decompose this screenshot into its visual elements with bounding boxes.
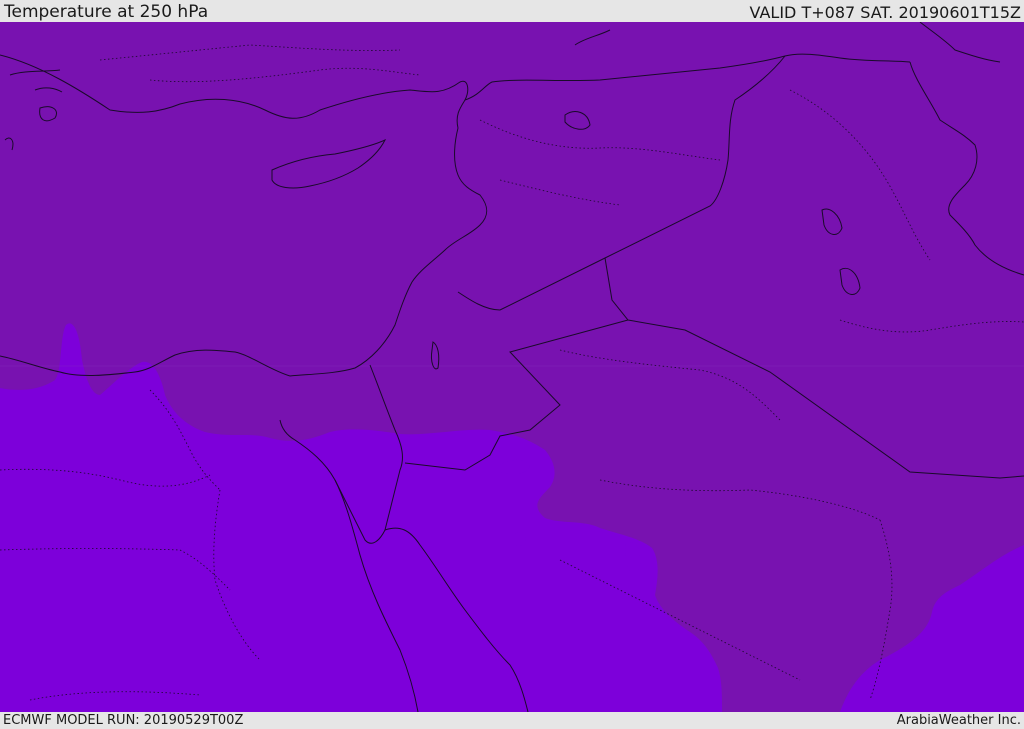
model-run-label: ECMWF MODEL RUN: 20190529T00Z (3, 713, 244, 728)
provider-label: ArabiaWeather Inc. (896, 713, 1021, 728)
map-title: Temperature at 250 hPa (4, 2, 209, 22)
valid-time-label: VALID T+087 SAT. 20190601T15Z (749, 3, 1021, 22)
footer-bar: ECMWF MODEL RUN: 20190529T00Z ArabiaWeat… (0, 712, 1024, 729)
header-bar: Temperature at 250 hPa VALID T+087 SAT. … (0, 0, 1024, 22)
temperature-map (0, 22, 1024, 712)
